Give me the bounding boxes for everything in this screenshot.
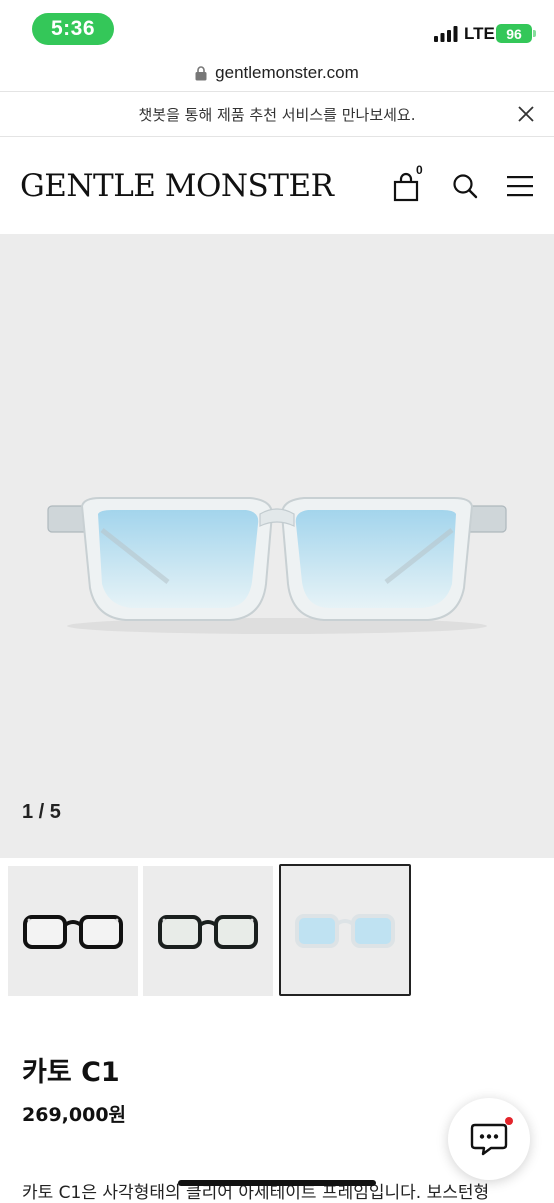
close-icon[interactable] <box>516 104 536 124</box>
thumbnail-3-selected[interactable] <box>279 864 411 996</box>
thumbnail-strip <box>0 858 554 1000</box>
slide-counter: 1 / 5 <box>22 801 61 823</box>
product-name: 카토 C1 <box>22 1057 120 1088</box>
battery-nub <box>533 30 536 37</box>
clear-blue-glasses-thumbnail <box>295 914 395 948</box>
chatbot-banner[interactable]: 챗봇을 통해 제품 추천 서비스를 만나보세요. <box>0 91 554 137</box>
lock-icon <box>195 65 207 80</box>
site-header: GENTLE MONSTER 0 <box>0 138 554 234</box>
home-indicator <box>178 1180 376 1186</box>
product-price: 269,000원 <box>22 1104 127 1126</box>
clear-sunglasses-image <box>47 497 507 634</box>
brand-logo[interactable]: GENTLE MONSTER <box>20 168 334 204</box>
product-hero-image[interactable]: 1 / 5 <box>0 234 554 858</box>
chat-bubble-icon <box>470 1123 508 1156</box>
status-bar: 5:36 LTE 96 <box>0 0 554 56</box>
thumbnail-2[interactable] <box>143 866 273 996</box>
thumbnail-1[interactable] <box>8 866 138 996</box>
hamburger-menu-icon[interactable] <box>506 175 534 197</box>
network-type: LTE <box>464 24 495 43</box>
search-icon[interactable] <box>452 173 478 199</box>
banner-text: 챗봇을 통해 제품 추천 서비스를 만나보세요. <box>138 105 416 124</box>
status-time: 5:36 <box>32 13 114 45</box>
dark-green-glasses-thumbnail <box>158 915 258 949</box>
cellular-signal-icon <box>434 26 458 42</box>
cart-count-badge: 0 <box>416 163 423 177</box>
chat-button[interactable] <box>448 1098 530 1180</box>
url-text: gentlemonster.com <box>215 63 359 82</box>
black-glasses-thumbnail <box>23 915 123 949</box>
battery-level: 96 <box>506 25 522 42</box>
address-bar[interactable]: gentlemonster.com <box>0 56 554 90</box>
notification-dot <box>505 1117 513 1125</box>
battery-icon: 96 <box>496 24 532 43</box>
